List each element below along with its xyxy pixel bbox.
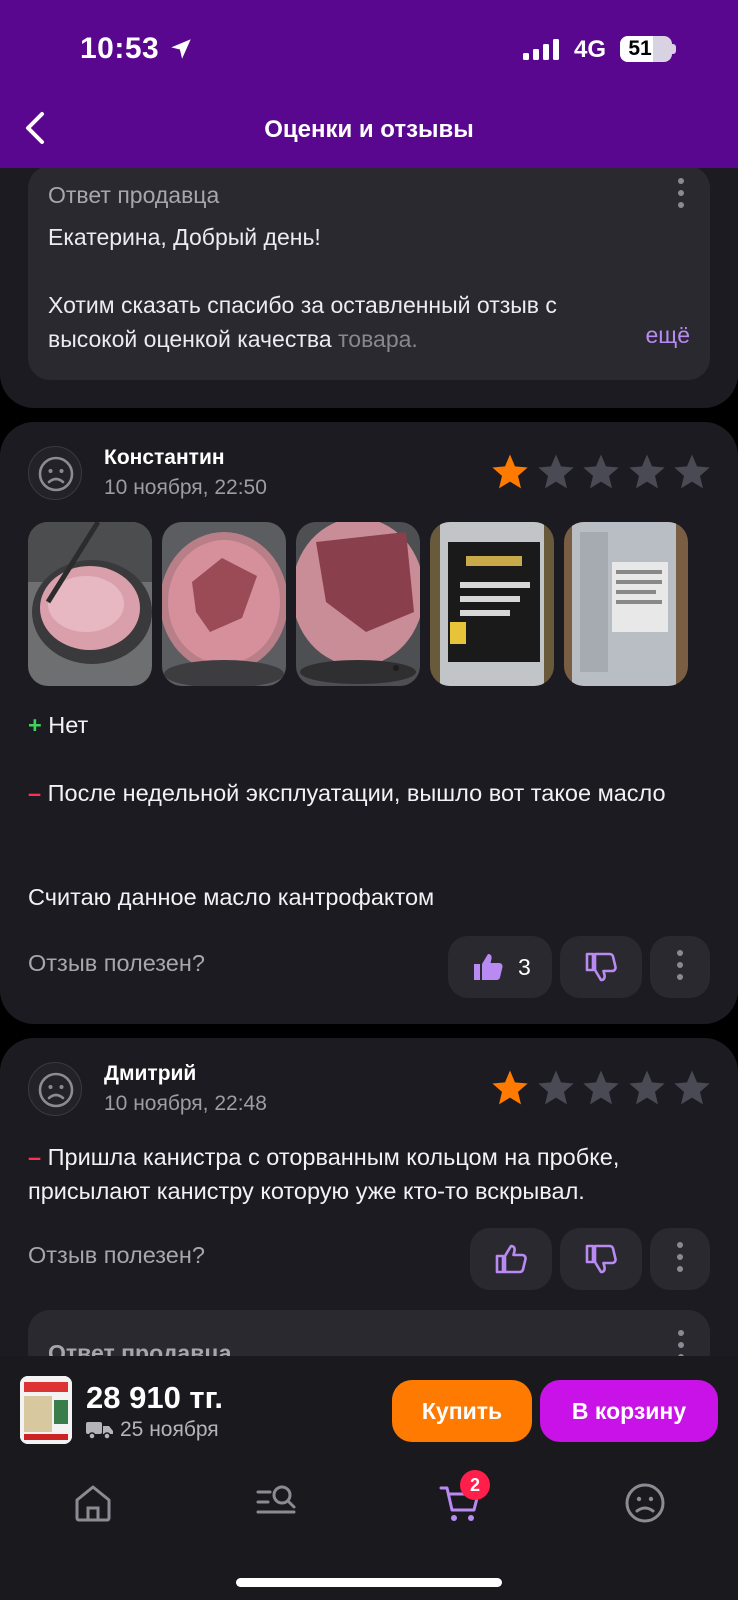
star-empty-icon <box>537 454 574 489</box>
product-price: 28 910 тг. <box>86 1380 224 1415</box>
thumbs-up-icon <box>495 1244 527 1274</box>
review-author: Константин <box>104 446 225 469</box>
rating-stars <box>490 452 712 492</box>
avatar <box>28 446 82 500</box>
rating-stars <box>490 1068 712 1108</box>
helpful-label: Отзыв полезен? <box>28 950 205 976</box>
like-button[interactable]: 3 <box>448 936 552 998</box>
seller-reply-greeting: Екатерина, Добрый день! <box>48 224 321 250</box>
star-filled-icon <box>492 454 528 489</box>
seller-reply: Ответ продавца Екатерина, Добрый день! Х… <box>28 166 710 380</box>
review-options-button[interactable] <box>650 1228 710 1290</box>
battery-icon: 51 <box>620 36 672 62</box>
star-empty-icon <box>674 1070 710 1105</box>
dislike-button[interactable] <box>560 1228 642 1290</box>
catalog-search-icon[interactable] <box>254 1480 300 1526</box>
dislike-button[interactable] <box>560 936 642 998</box>
location-arrow-icon <box>171 39 191 59</box>
delivery-date: 25 ноября <box>120 1418 219 1441</box>
profile-icon[interactable] <box>622 1480 668 1526</box>
review-date: 10 ноября, 22:48 <box>104 1092 267 1115</box>
review-photo[interactable] <box>296 522 420 686</box>
seller-reply-title: Ответ продавца <box>48 182 220 208</box>
product-thumbnail[interactable] <box>20 1376 72 1444</box>
status-bar: 10:53 4G 51 <box>0 28 738 72</box>
star-empty-icon <box>583 1070 619 1105</box>
seller-reply-text: Хотим сказать спасибо за оставленный отз… <box>48 292 557 352</box>
review-author: Дмитрий <box>104 1062 197 1085</box>
star-filled-icon <box>492 1070 528 1105</box>
review-photo[interactable] <box>564 522 688 686</box>
review-options-button[interactable] <box>650 936 710 998</box>
thumbs-up-filled-icon <box>474 954 503 980</box>
review-cons: – После недельной эксплуатации, вышло во… <box>28 780 666 806</box>
helpful-label: Отзыв полезен? <box>28 1242 205 1268</box>
truck-icon <box>86 1422 113 1440</box>
star-empty-icon <box>628 1070 665 1105</box>
battery-level: 51 <box>628 37 652 60</box>
bottom-tab-bar: 2 <box>0 1452 738 1600</box>
cart-badge: 2 <box>460 1470 490 1500</box>
review-comment: Считаю данное масло кантрофактом <box>28 884 435 910</box>
avatar <box>28 1062 82 1116</box>
app-header: 10:53 4G 51 Оценки и отзывы <box>0 0 738 168</box>
page-title: Оценки и отзывы <box>264 116 474 143</box>
home-icon[interactable] <box>70 1480 116 1526</box>
network-type: 4G <box>574 36 607 63</box>
home-indicator <box>236 1578 502 1587</box>
review-photo[interactable] <box>28 522 152 686</box>
sad-face-icon <box>38 1072 74 1108</box>
review-date: 10 ноября, 22:50 <box>104 476 267 499</box>
star-empty-icon <box>628 454 665 489</box>
purchase-bar: 28 910 тг. 25 ноября Купить В корзину <box>0 1356 738 1452</box>
review-pros: + Нет <box>28 712 89 738</box>
more-options-icon <box>675 950 685 986</box>
review-photo[interactable] <box>430 522 554 686</box>
like-button[interactable] <box>470 1228 552 1290</box>
review-photo[interactable] <box>162 522 286 686</box>
review-cons: – Пришла канистра с оторванным кольцом н… <box>28 1144 620 1204</box>
thumbs-down-icon <box>585 1244 617 1274</box>
star-empty-icon <box>674 454 710 489</box>
star-empty-icon <box>537 1070 574 1105</box>
status-time: 10:53 <box>80 32 160 65</box>
seller-reply-more-link[interactable]: ещё <box>645 322 690 349</box>
cellular-signal-icon <box>523 39 559 60</box>
thumbs-down-icon <box>585 952 617 982</box>
sad-face-icon <box>38 456 74 492</box>
add-to-cart-button[interactable]: В корзину <box>540 1380 718 1442</box>
buy-button[interactable]: Купить <box>392 1380 532 1442</box>
like-count: 3 <box>518 954 531 980</box>
more-options-icon[interactable] <box>676 178 686 214</box>
more-options-icon <box>675 1242 685 1278</box>
star-empty-icon <box>583 454 619 489</box>
